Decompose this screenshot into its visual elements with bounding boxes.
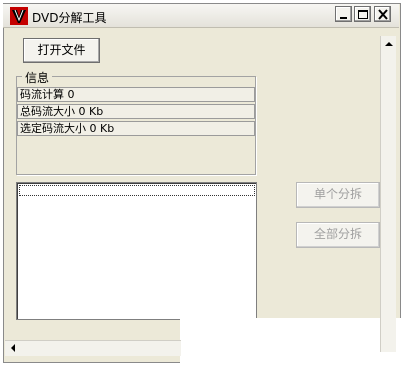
scroll-up-icon[interactable] [384, 41, 394, 47]
total-stream-size-row: 总码流大小 0 Kb [17, 104, 255, 119]
horizontal-scrollbar[interactable] [5, 340, 181, 356]
maximize-icon [358, 10, 368, 19]
selected-stream-size-row: 选定码流大小 0 Kb [17, 121, 255, 136]
open-file-button[interactable]: 打开文件 [23, 38, 100, 63]
blank-area [180, 318, 404, 366]
minimize-button[interactable] [335, 6, 352, 22]
bitrate-calc-row: 码流计算 0 [17, 87, 255, 102]
close-button[interactable] [374, 6, 391, 22]
scroll-left-icon[interactable] [5, 340, 21, 356]
close-icon [378, 9, 388, 20]
minimize-icon [340, 17, 347, 19]
info-group-label: 信息 [22, 69, 53, 86]
list-focus-item[interactable] [19, 185, 255, 196]
maximize-button[interactable] [354, 6, 371, 22]
vertical-scrollbar[interactable] [380, 36, 396, 352]
split-single-button[interactable]: 单个分拆 [296, 182, 380, 208]
split-all-button[interactable]: 全部分拆 [296, 222, 380, 248]
app-logo-icon [10, 7, 28, 25]
window-title: DVD分解工具 [32, 11, 107, 25]
stream-listbox[interactable] [16, 182, 257, 320]
